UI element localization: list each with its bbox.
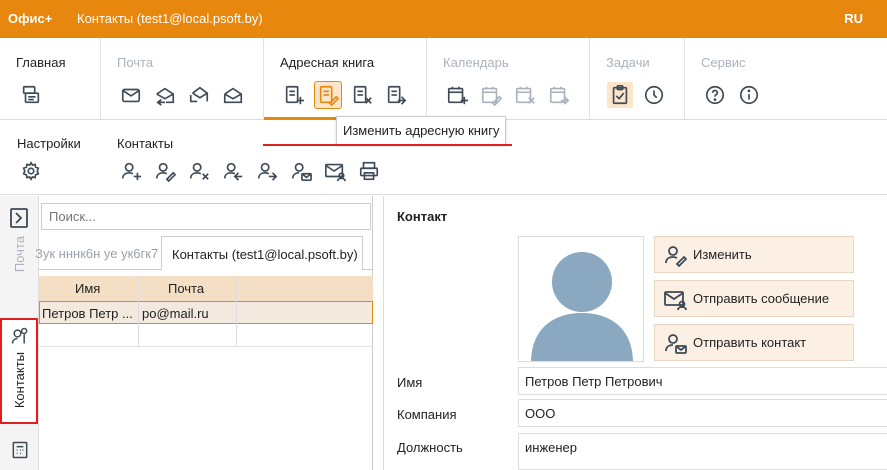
column-divider (236, 276, 237, 347)
ribbon-group-service: Сервис (685, 38, 887, 120)
group-label-mail[interactable]: Почта (117, 55, 153, 70)
row-name-cell: Петров Петр ... (42, 306, 133, 321)
send-contact-icon (665, 333, 687, 354)
edit-contact-label: Изменить (693, 247, 752, 262)
import-contact-icon[interactable] (220, 158, 246, 184)
app-logo: Офис+ (8, 11, 53, 26)
collapse-toggle[interactable] (0, 206, 38, 230)
ribbon-group-home: Главная (0, 38, 101, 120)
tab-calculator[interactable] (0, 440, 38, 470)
tab-contacts-label: Контакты (12, 352, 27, 409)
group-label-home[interactable]: Главная (16, 55, 65, 70)
tooltip-edit-address-book: Изменить адресную книгу (336, 116, 507, 145)
move-address-book-icon[interactable] (383, 82, 409, 108)
ribbon: Главная Почта Адресная книга Календарь З… (0, 38, 887, 120)
avatar-silhouette-icon (531, 252, 633, 361)
edit-contact-button[interactable]: Изменить (654, 236, 854, 273)
ribbon-group-mail: Почта (101, 38, 264, 120)
annotation-underline (263, 144, 512, 146)
field-value-position[interactable]: инженер (518, 433, 887, 470)
send-contact-label: Отправить контакт (693, 335, 807, 350)
window-title: Контакты (test1@local.psoft.by) (77, 11, 263, 26)
search-input[interactable] (41, 203, 371, 230)
info-icon[interactable] (736, 82, 762, 108)
add-address-book-icon[interactable] (281, 82, 307, 108)
group-label-address-book[interactable]: Адресная книга (280, 55, 374, 70)
edit-address-book-icon[interactable] (314, 81, 342, 109)
edit-contact-icon (665, 245, 687, 267)
table-row[interactable]: Петров Петр ... po@mail.ru (39, 301, 373, 324)
contacts-list-panel: Зук нннк6н уе ук6гк7г Контакты (test1@lo… (35, 196, 373, 470)
tab-address-book-current[interactable]: Контакты (test1@local.psoft.by) (161, 236, 363, 270)
detail-title: Контакт (397, 209, 448, 224)
edit-contact-icon[interactable] (152, 158, 178, 184)
ribbon-group-calendar: Календарь (427, 38, 590, 120)
reply-all-mail-icon[interactable] (186, 82, 212, 108)
left-tab-strip: Почта Контакты (0, 196, 39, 470)
clock-icon[interactable] (641, 82, 667, 108)
tab-mail-label: Почта (12, 236, 27, 273)
add-contact-icon[interactable] (118, 158, 144, 184)
add-calendar-icon[interactable] (444, 82, 470, 108)
field-value-company[interactable]: ООО (518, 399, 887, 427)
delete-address-book-icon[interactable] (349, 82, 375, 108)
column-header-name[interactable]: Имя (75, 281, 100, 296)
group-label-service[interactable]: Сервис (701, 55, 746, 70)
table-empty-row (39, 324, 373, 347)
field-label-position: Должность (397, 440, 463, 455)
column-header-email[interactable]: Почта (168, 281, 204, 296)
group-label-settings[interactable]: Настройки (17, 136, 81, 151)
chevron-right-icon (10, 208, 28, 228)
settings-gear-icon[interactable] (18, 158, 44, 184)
contacts-table: Имя Почта Петров Петр ... po@mail.ru (39, 276, 373, 347)
send-message-icon (664, 290, 687, 310)
tab-mail[interactable]: Почта (0, 232, 38, 314)
tab-address-book-other[interactable]: Зук нннк6н уе ук6гк7г (35, 236, 159, 270)
help-icon[interactable] (702, 82, 728, 108)
calculator-icon (12, 441, 28, 459)
group-label-contacts[interactable]: Контакты (117, 136, 173, 151)
mail-envelope-icon[interactable] (118, 82, 144, 108)
ribbon-group-address-book: Адресная книга (264, 38, 427, 120)
home-icon[interactable] (18, 82, 44, 108)
move-calendar-icon[interactable] (546, 82, 572, 108)
table-header: Имя Почта (39, 276, 373, 301)
contact-detail-panel: Контакт Изменить Отправить сообщение Отп… (383, 196, 887, 470)
delete-contact-icon[interactable] (186, 158, 212, 184)
tab-contacts[interactable]: Контакты (0, 318, 38, 424)
delete-calendar-icon[interactable] (512, 82, 538, 108)
print-icon[interactable] (356, 158, 382, 184)
column-divider (138, 276, 139, 347)
send-contact-icon[interactable] (288, 158, 314, 184)
group-label-calendar[interactable]: Календарь (443, 55, 509, 70)
address-book-tabs: Зук нннк6н уе ук6гк7г Контакты (test1@lo… (35, 236, 373, 270)
field-label-name: Имя (397, 375, 423, 390)
title-bar: Офис+ Контакты (test1@local.psoft.by) RU (0, 0, 887, 38)
row-email-cell: po@mail.ru (142, 306, 209, 321)
reply-mail-icon[interactable] (152, 82, 178, 108)
mail-contact-icon[interactable] (322, 158, 348, 184)
send-message-label: Отправить сообщение (693, 291, 830, 306)
edit-calendar-icon[interactable] (478, 82, 504, 108)
field-value-name[interactable]: Петров Петр Петрович (518, 367, 887, 395)
contact-photo (518, 236, 644, 362)
ribbon-group-tasks: Задачи (590, 38, 685, 120)
field-label-company: Компания (397, 407, 457, 422)
contacts-people-icon (11, 327, 28, 344)
forward-mail-icon[interactable] (220, 82, 246, 108)
group-label-tasks[interactable]: Задачи (606, 55, 650, 70)
export-contact-icon[interactable] (254, 158, 280, 184)
language-switch[interactable]: RU (844, 11, 863, 26)
task-clipboard-icon[interactable] (607, 82, 633, 108)
send-contact-button[interactable]: Отправить контакт (654, 324, 854, 361)
send-message-button[interactable]: Отправить сообщение (654, 280, 854, 317)
